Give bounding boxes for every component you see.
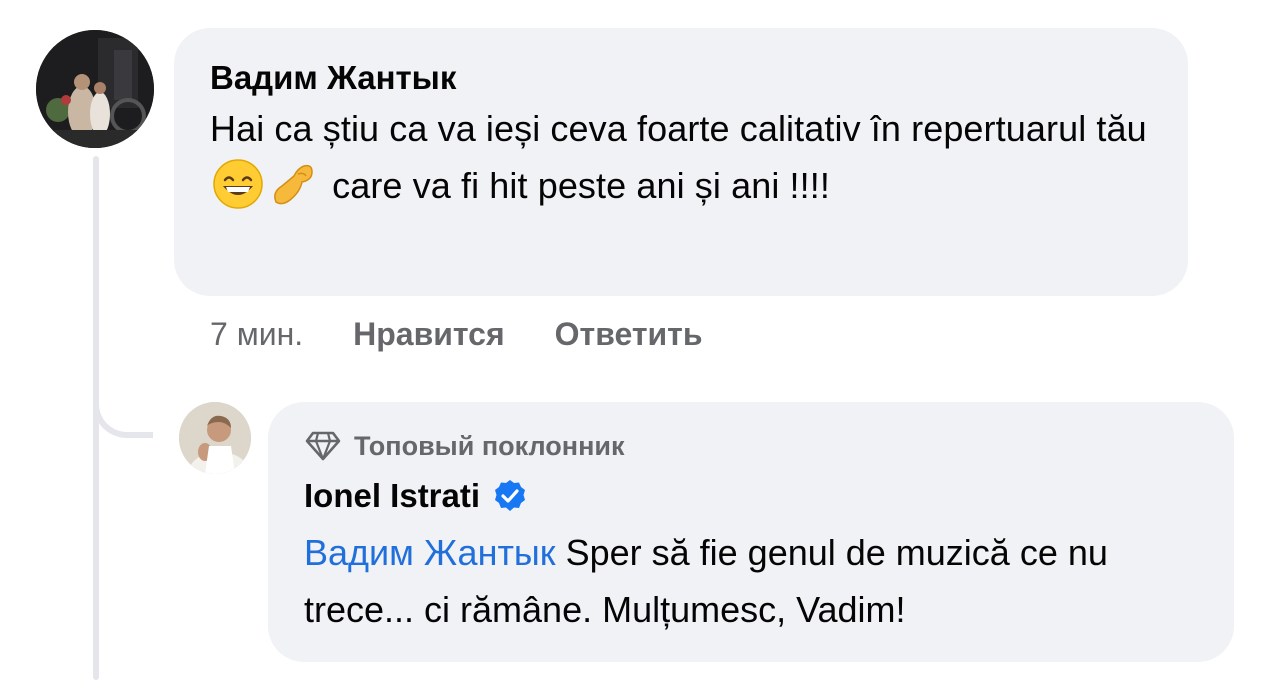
like-button[interactable]: Нравится: [353, 316, 505, 353]
top-fan-label: Топовый поклонник: [354, 430, 625, 461]
comment-actions: 7 мин. Нравится Ответить: [210, 312, 753, 356]
comment-author[interactable]: Вадим Жантык: [210, 58, 1152, 98]
avatar[interactable]: [36, 30, 154, 148]
top-fan-badge: Топовый поклонник: [304, 428, 1198, 464]
reply-author-row: Ionel Istrati: [304, 476, 1198, 516]
verified-badge-icon: [492, 478, 528, 514]
comment-text-part2: care va fi hit peste ani și ani !!!!: [332, 165, 830, 206]
mention-link[interactable]: Вадим Жантык: [304, 532, 556, 573]
reply-bubble: Топовый поклонник Ionel Istrati Вадим Жа…: [268, 402, 1234, 662]
comment-timestamp[interactable]: 7 мин.: [210, 316, 303, 353]
reply-author[interactable]: Ionel Istrati: [304, 476, 480, 516]
grinning-face-emoji-icon: [212, 158, 264, 210]
comment-text: Hai ca știu ca va ieși ceva foarte calit…: [210, 100, 1152, 214]
reply-avatar[interactable]: [179, 402, 251, 474]
thread-branch-line: [93, 360, 153, 438]
reply-button[interactable]: Ответить: [555, 316, 703, 353]
comment-text-part1: Hai ca știu ca va ieși ceva foarte calit…: [210, 108, 1147, 149]
comment-bubble: Вадим Жантык Hai ca știu ca va ieși ceva…: [174, 28, 1188, 296]
comment-thread: Вадим Жантык Hai ca știu ca va ieși ceva…: [0, 0, 1280, 680]
diamond-icon: [304, 430, 342, 462]
pinching-hand-emoji-icon: [268, 158, 320, 210]
reply-text: Вадим Жантык Sper să fie genul de muzică…: [304, 524, 1198, 638]
